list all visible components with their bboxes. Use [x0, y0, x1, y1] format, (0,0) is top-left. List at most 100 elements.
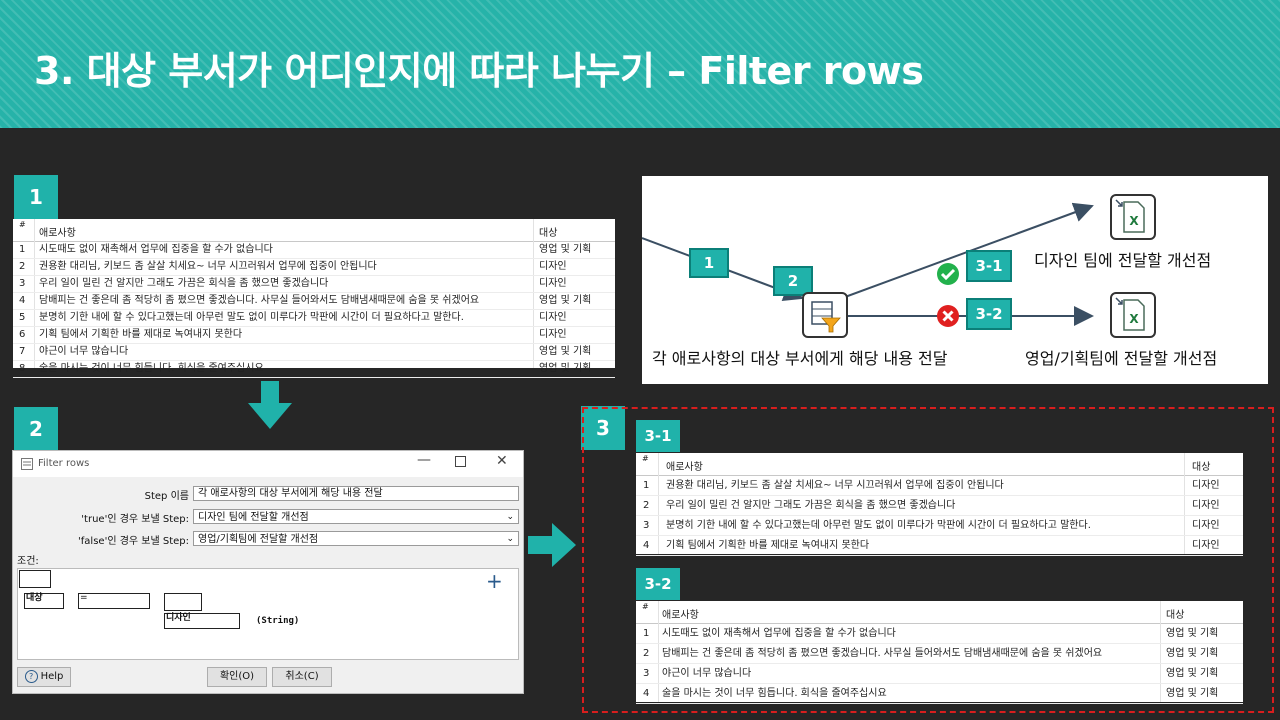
table-row: 3 우리 일이 밀린 건 알지만 그래도 가끔은 회식을 좀 했으면 좋겠습니다 디…	[13, 276, 615, 293]
diagram-badge-3-1: 3-1	[966, 250, 1012, 282]
chevron-down-icon: ⌄	[506, 534, 514, 544]
table-header: # 애로사항 대상	[636, 453, 1243, 476]
header-target: 대상	[539, 228, 558, 239]
diagram-badge-3-2: 3-2	[966, 298, 1012, 330]
table-row: 5 분명히 기한 내에 할 수 있다고했는데 아무런 말도 없이 미루다가 막판에…	[13, 310, 615, 327]
header-issue: 애로사항	[662, 610, 699, 621]
row-issue: 술을 마시는 것이 너무 힘듭니다. 회식을 줄여주십시요	[39, 363, 264, 374]
condition-editor[interactable]: + 대상 = 디자인 (String)	[17, 568, 519, 660]
step-name-label: Step 이름	[144, 491, 189, 502]
row-issue: 권용환 대리님, 키보드 좀 살살 치세요~ 너무 시끄러워서 업무에 집중이 …	[666, 480, 1004, 491]
chevron-down-icon: ⌄	[506, 512, 514, 522]
false-hop-cross-icon	[937, 305, 959, 327]
section-2-badge: 2	[14, 407, 58, 451]
dialog-titlebar: Filter rows — ✕	[13, 451, 523, 477]
row-issue: 술을 마시는 것이 너무 힘듭니다. 회식을 줄여주십시요	[662, 688, 887, 699]
header-target: 대상	[1192, 462, 1211, 473]
filter-rows-icon	[811, 301, 841, 333]
add-condition-icon[interactable]: +	[486, 569, 503, 593]
row-index: 3	[643, 668, 650, 679]
false-step-value: 영업/기획팀에 전달할 개선점	[198, 534, 319, 545]
filter-step-icon	[21, 458, 33, 470]
false-step-select[interactable]: 영업/기획팀에 전달할 개선점 ⌄	[193, 531, 519, 546]
slide-title: 3. 대상 부서가 어디인지에 따라 나누기 – Filter rows	[34, 49, 924, 93]
help-label: Help	[40, 671, 64, 682]
row-index: 1	[19, 244, 26, 255]
row-index: 3	[19, 278, 26, 289]
table-row: 4 술을 마시는 것이 너무 힘듭니다. 회식을 줄여주십시요 영업 및 기획	[636, 684, 1243, 704]
true-hop-check-icon	[937, 263, 959, 285]
header-index: #	[642, 454, 649, 463]
table-row: 1 권용환 대리님, 키보드 좀 살살 치세요~ 너무 시끄러워서 업무에 집중이…	[636, 476, 1243, 496]
table-row: 3 야근이 너무 많습니다 영업 및 기획	[636, 664, 1243, 684]
condition-negate-box[interactable]	[19, 570, 51, 588]
row-index: 5	[19, 312, 26, 323]
section-1-badge: 1	[14, 175, 58, 219]
table-3-2: # 애로사항 대상 1 시도때도 없이 재촉해서 업무에 집중을 할 수가 없습니…	[636, 601, 1243, 704]
row-target: 영업 및 기획	[539, 363, 592, 374]
filter-rows-node[interactable]	[802, 292, 848, 338]
table-header: # 애로사항 대상	[13, 219, 615, 242]
row-target: 영업 및 기획	[1166, 668, 1219, 679]
row-target: 디자인	[539, 278, 567, 289]
svg-text:X: X	[1129, 214, 1139, 228]
true-step-select[interactable]: 디자인 팀에 전달할 개선점 ⌄	[193, 509, 519, 524]
minimize-button[interactable]: —	[417, 452, 431, 468]
row-target: 디자인	[1192, 520, 1220, 531]
table-3-1: # 애로사항 대상 1 권용환 대리님, 키보드 좀 살살 치세요~ 너무 시끄러…	[636, 453, 1243, 556]
table-row: 1 시도때도 없이 재촉해서 업무에 집중을 할 수가 없습니다 영업 및 기획	[13, 242, 615, 259]
row-index: 7	[19, 346, 26, 357]
row-target: 디자인	[1192, 480, 1220, 491]
row-target: 영업 및 기획	[539, 244, 592, 255]
table-row: 1 시도때도 없이 재촉해서 업무에 집중을 할 수가 없습니다 영업 및 기획	[636, 624, 1243, 644]
header-target: 대상	[1166, 610, 1185, 621]
maximize-button[interactable]	[455, 456, 466, 467]
row-target: 영업 및 기획	[539, 295, 592, 306]
row-issue: 시도때도 없이 재촉해서 업무에 집중을 할 수가 없습니다	[662, 628, 896, 639]
row-target: 디자인	[539, 261, 567, 272]
condition-value[interactable]: 디자인	[164, 613, 240, 629]
row-index: 3	[643, 520, 650, 531]
header-issue: 애로사항	[39, 228, 76, 239]
help-button[interactable]: ? Help	[17, 667, 71, 687]
header-index: #	[642, 602, 649, 611]
row-index: 8	[19, 363, 26, 374]
design-excel-output-node[interactable]: X	[1110, 194, 1156, 240]
row-issue: 분명히 기한 내에 할 수 있다고했는데 아무런 말도 없이 미루다가 막판에 …	[666, 520, 1091, 531]
row-index: 4	[643, 688, 650, 699]
row-target: 영업 및 기획	[539, 346, 592, 357]
sales-excel-output-node[interactable]: X	[1110, 292, 1156, 338]
row-target: 디자인	[539, 312, 567, 323]
condition-exact-field[interactable]	[164, 593, 202, 611]
help-icon: ?	[24, 670, 38, 683]
header-index: #	[19, 220, 26, 229]
false-step-label: 'false'인 경우 보낼 Step:	[78, 536, 189, 547]
slide-header: 3. 대상 부서가 어디인지에 따라 나누기 – Filter rows	[0, 0, 1280, 128]
sales-output-label: 영업/기획팀에 전달할 개선점	[1025, 349, 1218, 368]
row-index: 4	[19, 295, 26, 306]
table-1: # 애로사항 대상 1 시도때도 없이 재촉해서 업무에 집중을 할 수가 없습니…	[13, 219, 615, 378]
row-index: 1	[643, 628, 650, 639]
cancel-button[interactable]: 취소(C)	[272, 667, 332, 687]
true-step-value: 디자인 팀에 전달할 개선점	[198, 512, 309, 523]
filter-step-label: 각 애로사항의 대상 부서에게 해당 내용 전달	[652, 349, 948, 368]
table-row: 2 담배피는 건 좋은데 좀 적당히 좀 폈으면 좋겠습니다. 사무실 들어와서도…	[636, 644, 1243, 664]
close-button[interactable]: ✕	[496, 453, 508, 469]
row-index: 2	[643, 500, 650, 511]
condition-operator[interactable]: =	[78, 593, 150, 609]
arrow-down-icon	[248, 381, 292, 429]
row-target: 영업 및 기획	[1166, 628, 1219, 639]
row-target: 영업 및 기획	[1166, 648, 1219, 659]
row-index: 2	[19, 261, 26, 272]
ok-button[interactable]: 확인(O)	[207, 667, 267, 687]
condition-value-type: (String)	[256, 616, 300, 626]
dialog-title: Filter rows	[38, 458, 90, 469]
step-name-input[interactable]	[193, 486, 519, 501]
filter-rows-dialog: Filter rows — ✕ Step 이름 'true'인 경우 보낼 St…	[12, 450, 524, 694]
row-target: 디자인	[539, 329, 567, 340]
row-issue: 기획 팀에서 기획한 바를 제대로 녹여내지 못한다	[39, 329, 243, 340]
svg-text:X: X	[1129, 312, 1139, 326]
condition-field[interactable]: 대상	[24, 593, 64, 609]
row-issue: 담배피는 건 좋은데 좀 적당히 좀 폈으면 좋겠습니다. 사무실 들어와서도 …	[39, 295, 480, 306]
row-index: 4	[643, 540, 650, 551]
